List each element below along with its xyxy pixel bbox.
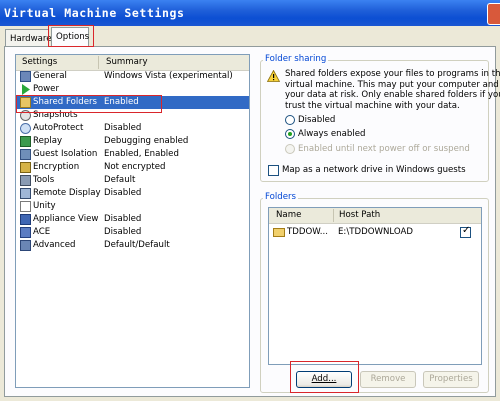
folders-table-header: Name Host Path [269,208,481,224]
remove-button[interactable]: Remove [360,371,416,388]
settings-row-replay[interactable]: Replay Debugging enabled [17,135,249,148]
close-button[interactable] [487,3,500,25]
folder-name: TDDOW... [287,227,328,237]
title-bar: Virtual Machine Settings [0,0,500,26]
add-button-highlight [290,361,359,393]
ace-icon [20,227,31,238]
map-network-drive-label[interactable]: Map as a network drive in Windows guests [282,165,466,175]
folder-host-path: E:\TDDOWNLOAD [338,227,413,237]
settings-row-ace[interactable]: ACE Disabled [17,226,249,239]
table-row[interactable]: TDDOW... E:\TDDOWNLOAD ✓ [270,225,480,239]
radio-enabled-until-power-off-label[interactable]: Enabled until next power off or suspend [298,144,470,154]
settings-row-appliance-view[interactable]: Appliance View Disabled [17,213,249,226]
shared-folders-highlight [16,95,162,113]
settings-row-guest-isolation[interactable]: Guest Isolation Enabled, Enabled [17,148,249,161]
folders-label: Folders [263,192,299,202]
replay-icon [20,136,31,147]
encryption-icon [20,162,31,173]
folder-enabled-checkbox[interactable]: ✓ [460,225,471,238]
folder-sharing-label: Folder sharing [263,54,329,64]
settings-row-encryption[interactable]: Encryption Not encrypted [17,161,249,174]
warning-icon [267,70,280,82]
appliance-view-icon [20,214,31,225]
map-network-drive-checkbox[interactable] [268,165,279,176]
settings-row-advanced[interactable]: Advanced Default/Default [17,239,249,252]
power-icon [22,84,30,95]
tab-hardware-label: Hardware [10,34,52,44]
options-tab-highlight [48,25,94,47]
unity-icon [20,201,31,212]
settings-list-header: Settings Summary [16,55,249,71]
folders-column-divider [333,209,334,222]
general-icon [20,71,31,82]
radio-always-enabled-label[interactable]: Always enabled [298,129,365,139]
tools-icon [20,175,31,186]
window-title: Virtual Machine Settings [4,6,185,20]
settings-row-tools[interactable]: Tools Default [17,174,249,187]
settings-row-autoprotect[interactable]: AutoProtect Disabled [17,122,249,135]
settings-row-remote-display[interactable]: Remote Display Disabled [17,187,249,200]
name-column-header[interactable]: Name [276,210,301,220]
properties-button[interactable]: Properties [423,371,479,388]
settings-column-header[interactable]: Settings [22,57,57,67]
tab-hardware[interactable]: Hardware [5,29,52,47]
settings-row-general[interactable]: General Windows Vista (experimental) [17,70,249,83]
folders-table[interactable]: Name Host Path TDDOW... E:\TDDOWNLOAD ✓ [268,207,482,365]
advanced-icon [20,240,31,251]
column-divider [98,56,99,69]
host-path-column-header[interactable]: Host Path [339,210,380,220]
summary-column-header[interactable]: Summary [106,57,148,67]
radio-disabled-label[interactable]: Disabled [298,115,335,125]
remote-display-icon [20,188,31,199]
settings-row-unity[interactable]: Unity [17,200,249,213]
sharing-warning-text: Shared folders expose your files to prog… [285,69,500,111]
guest-isolation-icon [20,149,31,160]
radio-disabled[interactable] [285,115,295,125]
radio-enabled-until-power-off[interactable] [285,144,295,154]
folder-icon [273,228,285,237]
autoprotect-icon [20,123,31,134]
radio-always-enabled[interactable] [285,129,295,139]
